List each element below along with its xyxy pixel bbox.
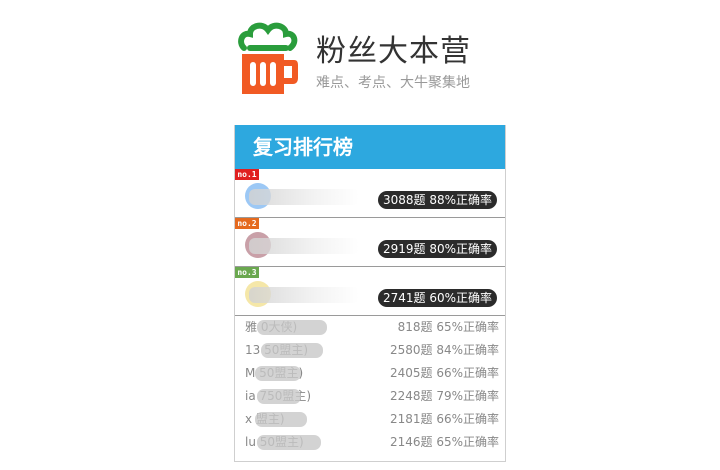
logo-icon bbox=[236, 20, 298, 98]
review-leaderboard-panel: 复习排行榜 no.1 3088题 88%正确率 no.2 2919题 80%正确… bbox=[234, 125, 506, 462]
list-item[interactable]: x 盟主) 2181题 66%正确率 bbox=[235, 408, 505, 431]
ranking-list: 雅 0大侠) 818题 65%正确率 13 50盟主) 2580题 84%正确率… bbox=[235, 316, 505, 454]
list-item-stat: 2181题 66%正确率 bbox=[389, 412, 499, 426]
blurred-username bbox=[249, 189, 359, 205]
top-rank-row-1[interactable]: no.1 3088题 88%正确率 bbox=[235, 169, 505, 218]
rank-stat: 2741题 60%正确率 bbox=[377, 289, 497, 307]
rank-badge-no1: no.1 bbox=[235, 169, 259, 180]
blurred-username bbox=[249, 287, 359, 303]
list-item[interactable]: lu 50盟主) 2146题 65%正确率 bbox=[235, 431, 505, 454]
list-item-stat: 2580题 84%正确率 bbox=[389, 343, 499, 357]
list-item[interactable]: 13 50盟主) 2580题 84%正确率 bbox=[235, 339, 505, 362]
brand-title: 粉丝大本营 bbox=[316, 34, 471, 69]
brand-slogan: 难点、考点、大牛聚集地 bbox=[316, 75, 470, 91]
blurred-username bbox=[257, 320, 327, 335]
list-item-stat: 2248题 79%正确率 bbox=[389, 389, 499, 403]
blurred-username bbox=[249, 238, 359, 254]
rank-stat: 2919题 80%正确率 bbox=[377, 240, 497, 258]
blurred-username bbox=[255, 412, 307, 427]
rank-badge-no3: no.3 bbox=[235, 267, 259, 278]
blurred-username bbox=[257, 435, 321, 450]
blurred-username bbox=[261, 343, 323, 358]
blurred-username bbox=[257, 389, 301, 404]
top-rank-row-2[interactable]: no.2 2919题 80%正确率 bbox=[235, 218, 505, 267]
panel-title: 复习排行榜 bbox=[235, 125, 505, 169]
blurred-username bbox=[255, 366, 301, 381]
list-item-stat: 2405题 66%正确率 bbox=[389, 366, 499, 380]
list-item[interactable]: M 50盟主) 2405题 66%正确率 bbox=[235, 362, 505, 385]
top-rank-row-3[interactable]: no.3 2741题 60%正确率 bbox=[235, 267, 505, 316]
list-item[interactable]: ia 750盟主) 2248题 79%正确率 bbox=[235, 385, 505, 408]
list-item-stat: 2146题 65%正确率 bbox=[389, 435, 499, 449]
rank-stat: 3088题 88%正确率 bbox=[377, 191, 497, 209]
rank-badge-no2: no.2 bbox=[235, 218, 259, 229]
list-item-stat: 818题 65%正确率 bbox=[397, 320, 499, 334]
list-item[interactable]: 雅 0大侠) 818题 65%正确率 bbox=[235, 316, 505, 339]
